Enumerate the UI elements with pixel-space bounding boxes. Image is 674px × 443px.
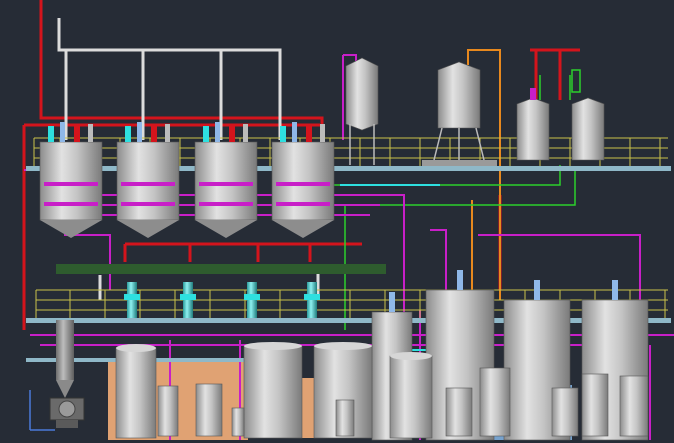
filter-gantry <box>56 264 386 274</box>
conical-fermenter <box>194 122 258 238</box>
small-tank <box>157 385 179 437</box>
vertical-storage-tank <box>345 57 379 165</box>
floor-tank <box>389 352 433 439</box>
heat-exchanger <box>56 320 74 398</box>
conical-fermenter <box>39 122 103 238</box>
pressure-vessel <box>516 88 550 161</box>
motor-pump <box>49 397 85 428</box>
fermenter-row <box>39 122 335 238</box>
legged-mixing-tank <box>422 61 497 166</box>
small-tank <box>335 399 355 437</box>
small-tank <box>619 375 649 437</box>
small-tank <box>231 407 245 437</box>
small-tank <box>581 373 609 437</box>
floor-tank <box>115 344 157 439</box>
pressure-vessel <box>571 69 605 161</box>
filter-pump <box>244 282 260 318</box>
cad-viewport[interactable] <box>0 0 674 443</box>
small-tank <box>479 367 511 437</box>
filter-pump <box>180 282 196 318</box>
conical-fermenter <box>271 122 335 238</box>
floor-tank <box>243 342 303 439</box>
small-tank <box>551 387 579 437</box>
filter-pump <box>124 282 140 318</box>
small-tank <box>195 383 223 437</box>
conical-fermenter <box>116 122 180 238</box>
plant-elevation-drawing <box>22 0 674 441</box>
small-tank <box>445 387 473 437</box>
